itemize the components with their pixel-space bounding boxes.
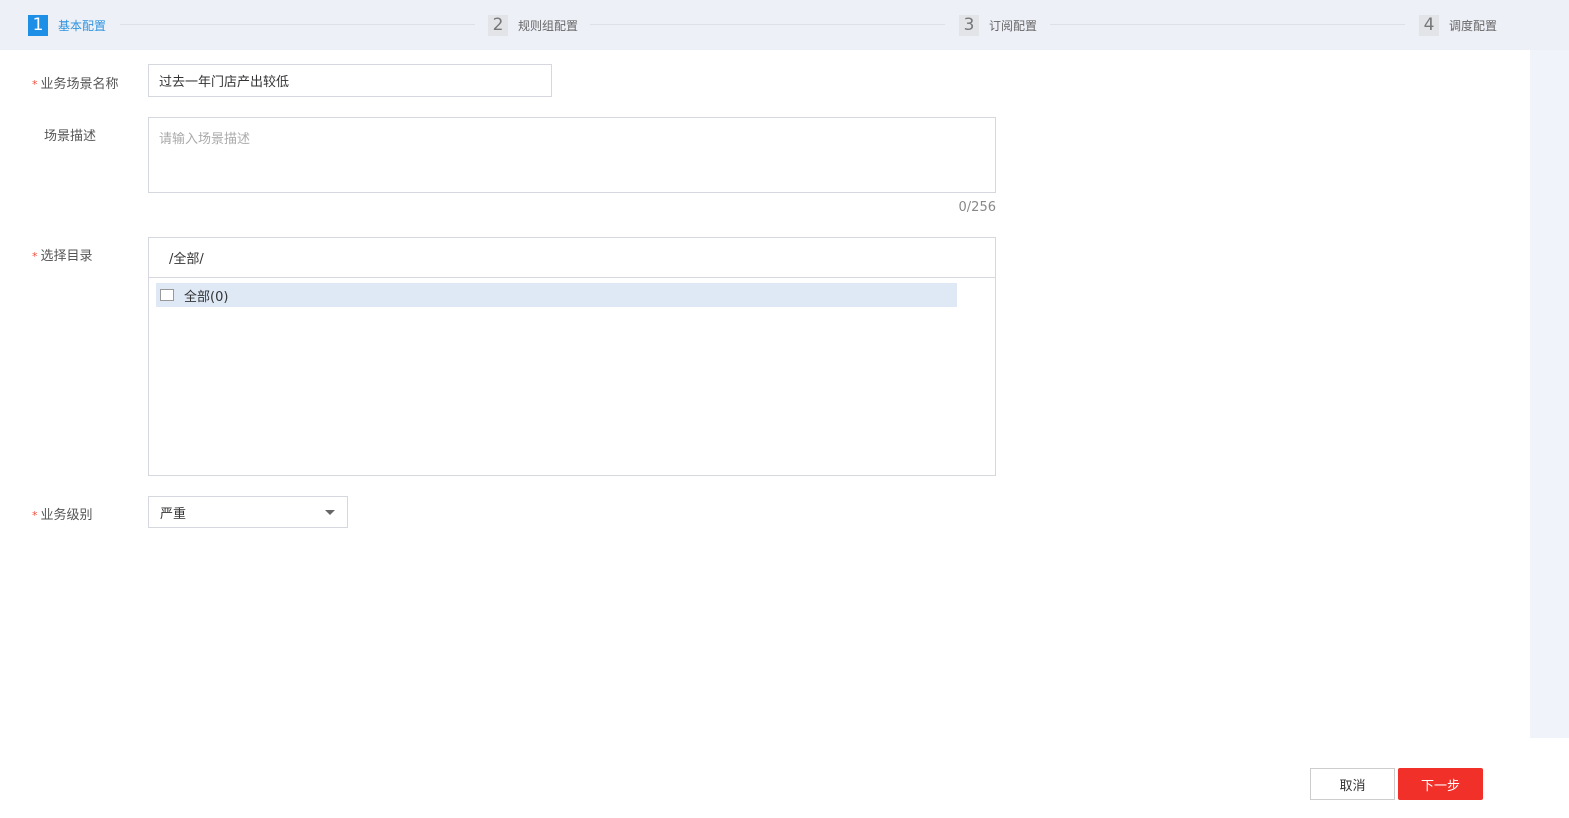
step-divider [590, 24, 945, 25]
char-counter: 0/256 [958, 200, 996, 215]
label-text: 选择目录 [40, 249, 93, 264]
scene-name-label: * 业务场景名称 [32, 73, 119, 92]
step-2[interactable]: 2 规则组配置 [488, 14, 578, 36]
step-label: 基本配置 [58, 18, 107, 33]
required-star: * [32, 250, 38, 263]
step-number: 2 [488, 14, 508, 36]
folder-icon [160, 289, 174, 301]
step-1[interactable]: 1 基本配置 [28, 14, 106, 36]
label-text: 业务级别 [40, 508, 93, 523]
scene-name-input[interactable]: 过去一年门店产出较低 [148, 64, 552, 97]
chevron-down-icon [325, 509, 335, 515]
tree-node-label: 全部(0) [184, 289, 229, 305]
required-star: * [32, 78, 38, 91]
level-value: 严重 [160, 506, 187, 522]
step-label: 订阅配置 [989, 18, 1038, 33]
form-panel: * 业务场景名称 过去一年门店产出较低 场景描述 请输入场景描述 0/256 * 选… [0, 50, 1530, 738]
step-4[interactable]: 4 调度配置 [1419, 14, 1497, 36]
directory-tree: /全部/ 全部(0) [148, 237, 996, 476]
cancel-button[interactable]: 取消 [1310, 768, 1395, 800]
scene-desc-label: 场景描述 [44, 129, 97, 144]
step-number: 4 [1419, 14, 1439, 36]
step-number: 3 [959, 14, 979, 36]
level-label: * 业务级别 [32, 504, 93, 523]
level-select[interactable]: 严重 [148, 496, 348, 528]
step-divider [120, 24, 475, 25]
step-label: 调度配置 [1449, 18, 1498, 33]
label-text: 业务场景名称 [40, 77, 119, 92]
step-3[interactable]: 3 订阅配置 [959, 14, 1037, 36]
step-divider [1050, 24, 1405, 25]
directory-path: /全部/ [149, 238, 995, 278]
next-step-button[interactable]: 下一步 [1398, 768, 1483, 800]
step-bar: 1 基本配置 2 规则组配置 3 订阅配置 4 调度配置 [0, 0, 1569, 50]
footer: 取消 下一步 [0, 738, 1569, 818]
tree-node-all[interactable]: 全部(0) [156, 283, 957, 307]
step-number: 1 [28, 14, 48, 36]
step-label: 规则组配置 [518, 18, 579, 33]
required-star: * [32, 509, 38, 522]
directory-label: * 选择目录 [32, 245, 93, 264]
scene-desc-textarea[interactable]: 请输入场景描述 [148, 117, 996, 193]
